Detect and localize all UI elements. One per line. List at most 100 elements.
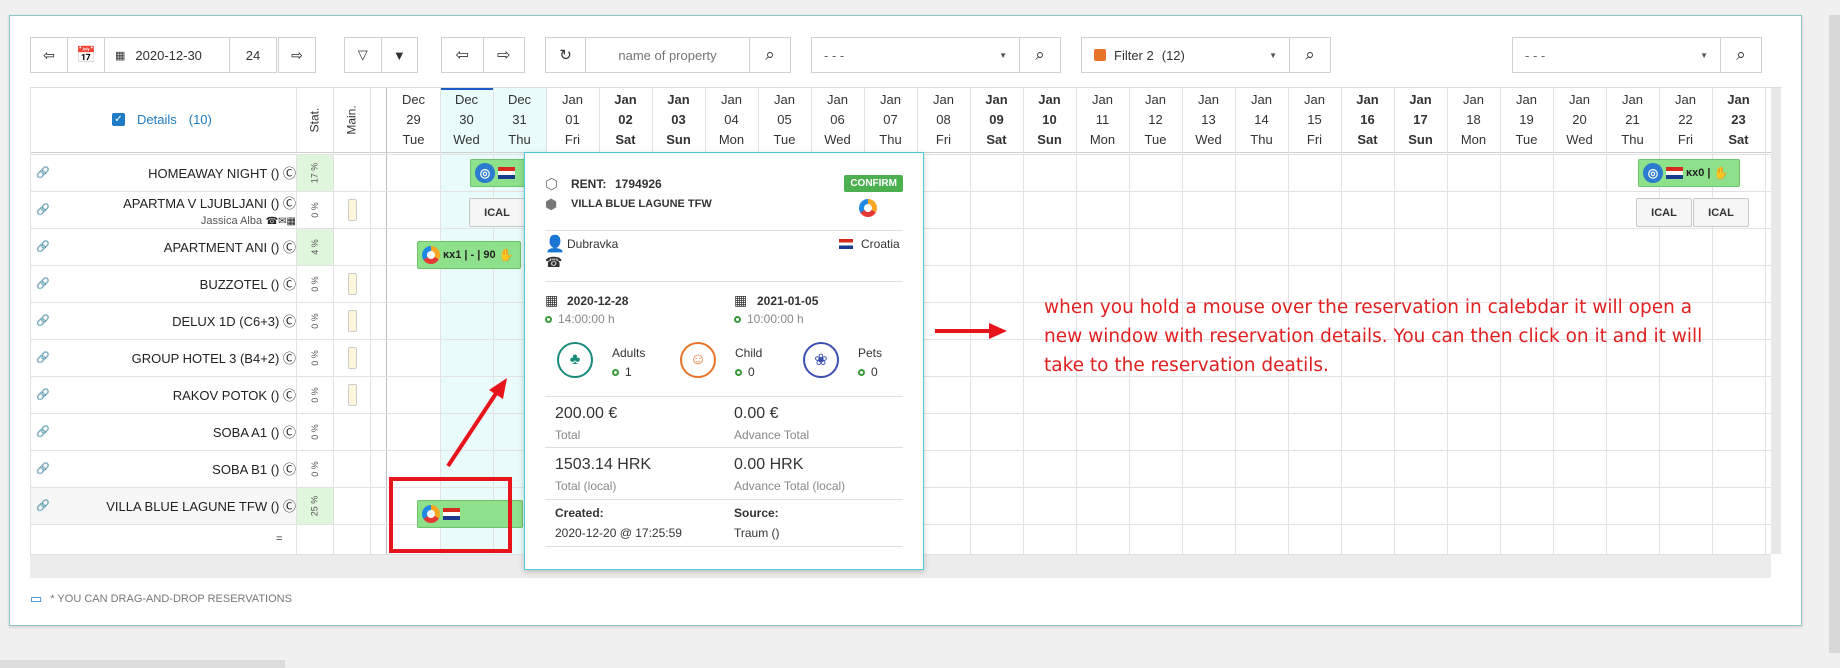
- property-row[interactable]: 🔗 DELUX 1D (C6+3) Ⓒ: [30, 302, 296, 339]
- property-row[interactable]: 🔗 RAKOV POTOK () Ⓒ: [30, 376, 296, 413]
- maintenance-box[interactable]: [348, 199, 357, 221]
- reservation-apartment-ani[interactable]: ĸx1 | - | 90 ✋: [417, 241, 521, 269]
- grid-scroll-strip[interactable]: [1771, 88, 1781, 554]
- link-icon[interactable]: 🔗: [36, 499, 50, 512]
- property-name[interactable]: BUZZOTEL () Ⓒ: [56, 274, 296, 293]
- property-name[interactable]: SOBA B1 () Ⓒ: [56, 459, 296, 478]
- day-header: Dec 29 Tue: [401, 92, 426, 147]
- maintenance-box[interactable]: [348, 384, 357, 406]
- occupancy-stat: 0 %: [309, 312, 320, 329]
- page-scrollbar[interactable]: [1829, 15, 1840, 653]
- property-row[interactable]: 🔗 BUZZOTEL () Ⓒ: [30, 265, 296, 302]
- occupancy-stat: 0 %: [309, 423, 320, 440]
- filter-dropdown[interactable]: Filter 2 (12) ▼: [1082, 38, 1290, 72]
- link-icon[interactable]: 🔗: [36, 277, 50, 290]
- select-1-dropdown[interactable]: - - - ▼: [812, 38, 1020, 72]
- monitor-icon: ▭: [30, 591, 43, 606]
- day-header: Jan 21 Thu: [1621, 92, 1644, 147]
- property-name[interactable]: GROUP HOTEL 3 (B4+2) Ⓒ: [56, 348, 296, 367]
- link-icon[interactable]: 🔗: [36, 240, 50, 253]
- calendar-small-icon: ▦: [115, 49, 126, 62]
- day-header: Jan 10 Sun: [1037, 92, 1062, 147]
- advance-local-label: Advance Total (local): [734, 479, 846, 493]
- occupancy-stat: 4 %: [296, 228, 333, 265]
- ical-button[interactable]: ICAL: [1636, 198, 1692, 227]
- day-header: Jan 08 Fri: [933, 92, 954, 147]
- maintenance-box[interactable]: [348, 347, 357, 369]
- maintenance-box[interactable]: [348, 273, 357, 295]
- page-bottom-scrollbar[interactable]: [0, 660, 285, 668]
- property-name[interactable]: HOMEAWAY NIGHT () Ⓒ: [56, 163, 296, 182]
- filter-outline-icon[interactable]: ▽: [345, 38, 382, 72]
- scroll-right-button[interactable]: ⇨: [484, 38, 525, 72]
- property-row[interactable]: 🔗 APARTMENT ANI () Ⓒ: [30, 228, 296, 265]
- day-header: Dec 31 Thu: [507, 92, 532, 147]
- total-local-value: 1503.14 HRK: [555, 456, 652, 473]
- property-name[interactable]: RAKOV POTOK () Ⓒ: [56, 385, 296, 404]
- property-row[interactable]: 🔗 GROUP HOTEL 3 (B4+2) Ⓒ: [30, 339, 296, 376]
- days-count-input[interactable]: 24: [230, 38, 276, 72]
- link-icon[interactable]: 🔗: [36, 203, 50, 216]
- footer-hint: ▭ * YOU CAN DRAG-AND-DROP RESERVATIONS: [30, 591, 292, 606]
- date-picker[interactable]: 📅 ▦ 2020-12-30 24: [67, 37, 277, 73]
- property-row[interactable]: 🔗 SOBA B1 () Ⓒ: [30, 450, 296, 487]
- grid-footer: =: [276, 533, 283, 545]
- link-icon[interactable]: 🔗: [36, 388, 50, 401]
- guest-name: Dubravka: [567, 237, 619, 251]
- search-icon[interactable]: ⌕: [750, 38, 790, 72]
- details-label[interactable]: Details: [137, 112, 177, 127]
- copyright-icon: Ⓒ: [282, 166, 296, 181]
- pets-icon: ❀: [803, 342, 839, 378]
- property-name[interactable]: DELUX 1D (C6+3) Ⓒ: [56, 311, 296, 330]
- annotation-text: when you hold a mouse over the reservati…: [1044, 297, 1703, 376]
- property-row[interactable]: 🔗 VILLA BLUE LAGUNE TFW () Ⓒ: [30, 487, 296, 524]
- details-checkbox[interactable]: ✓: [112, 113, 125, 126]
- guest-icon: 👤: [545, 236, 565, 253]
- reset-icon[interactable]: ↻: [546, 38, 586, 72]
- calendar-icon[interactable]: 📅: [68, 38, 105, 72]
- link-icon[interactable]: 🔗: [36, 351, 50, 364]
- filter-buttons: ▽ ▼: [344, 37, 418, 73]
- property-name[interactable]: VILLA BLUE LAGUNE TFW () Ⓒ: [56, 496, 296, 515]
- hand-icon: ✋: [1713, 166, 1729, 180]
- property-name[interactable]: SOBA A1 () Ⓒ: [56, 422, 296, 441]
- search-icon[interactable]: ⌕: [1721, 38, 1761, 72]
- link-icon[interactable]: 🔗: [36, 166, 50, 179]
- property-name[interactable]: APARTMENT ANI () Ⓒ: [56, 237, 296, 256]
- globe-icon: ◎: [475, 163, 495, 183]
- search-icon[interactable]: ⌕: [1290, 38, 1330, 72]
- scroll-left-button[interactable]: ⇦: [442, 38, 484, 72]
- search-icon[interactable]: ⌕: [1020, 38, 1060, 72]
- day-header: Jan 17 Sun: [1408, 92, 1433, 147]
- adults-label: Adults: [612, 346, 646, 360]
- grid-vline: [333, 88, 334, 554]
- day-header: Jan 05 Tue: [773, 92, 796, 147]
- confirm-badge[interactable]: CONFIRM: [844, 175, 903, 192]
- maintenance-box[interactable]: [348, 310, 357, 332]
- occupancy-stat: 0 %: [309, 386, 320, 403]
- ical-button[interactable]: ICAL: [1693, 198, 1749, 227]
- day-header: Jan 19 Tue: [1515, 92, 1538, 147]
- property-search-input[interactable]: [592, 47, 743, 63]
- property-icon: ⬢: [545, 196, 558, 212]
- reservation-right-homeaway[interactable]: ◎ ĸx0 | ✋: [1638, 159, 1740, 187]
- property-row[interactable]: 🔗 HOMEAWAY NIGHT () Ⓒ: [30, 154, 296, 191]
- chevron-down-icon: ▼: [1700, 50, 1708, 60]
- reservation-popup[interactable]: ⬡ RENT: 1794926 CONFIRM ⬢ VILLA BLUE LAG…: [524, 152, 924, 570]
- property-row[interactable]: 🔗 SOBA A1 () Ⓒ: [30, 413, 296, 450]
- property-row[interactable]: 🔗 APARTMA V LJUBLJANI () Ⓒ Jassica Alba ☎✉…: [30, 191, 296, 228]
- link-icon[interactable]: 🔗: [36, 425, 50, 438]
- ical-button[interactable]: ICAL: [469, 198, 525, 227]
- day-header: Jan 23 Sat: [1727, 92, 1750, 147]
- filter-solid-icon[interactable]: ▼: [382, 38, 418, 72]
- prev-period-button[interactable]: ⇦: [30, 37, 68, 73]
- reservation-homeaway[interactable]: ◎: [470, 159, 530, 187]
- croatia-flag-icon: [839, 239, 853, 249]
- select-2-dropdown[interactable]: - - - ▼: [1513, 38, 1721, 72]
- link-icon[interactable]: 🔗: [36, 314, 50, 327]
- next-period-button[interactable]: ⇨: [278, 37, 316, 73]
- link-icon[interactable]: 🔗: [36, 462, 50, 475]
- day-header: Jan 14 Thu: [1250, 92, 1273, 147]
- property-name[interactable]: APARTMA V LJUBLJANI () Ⓒ Jassica Alba ☎✉▦: [56, 193, 296, 227]
- date-value[interactable]: 2020-12-30: [135, 48, 202, 63]
